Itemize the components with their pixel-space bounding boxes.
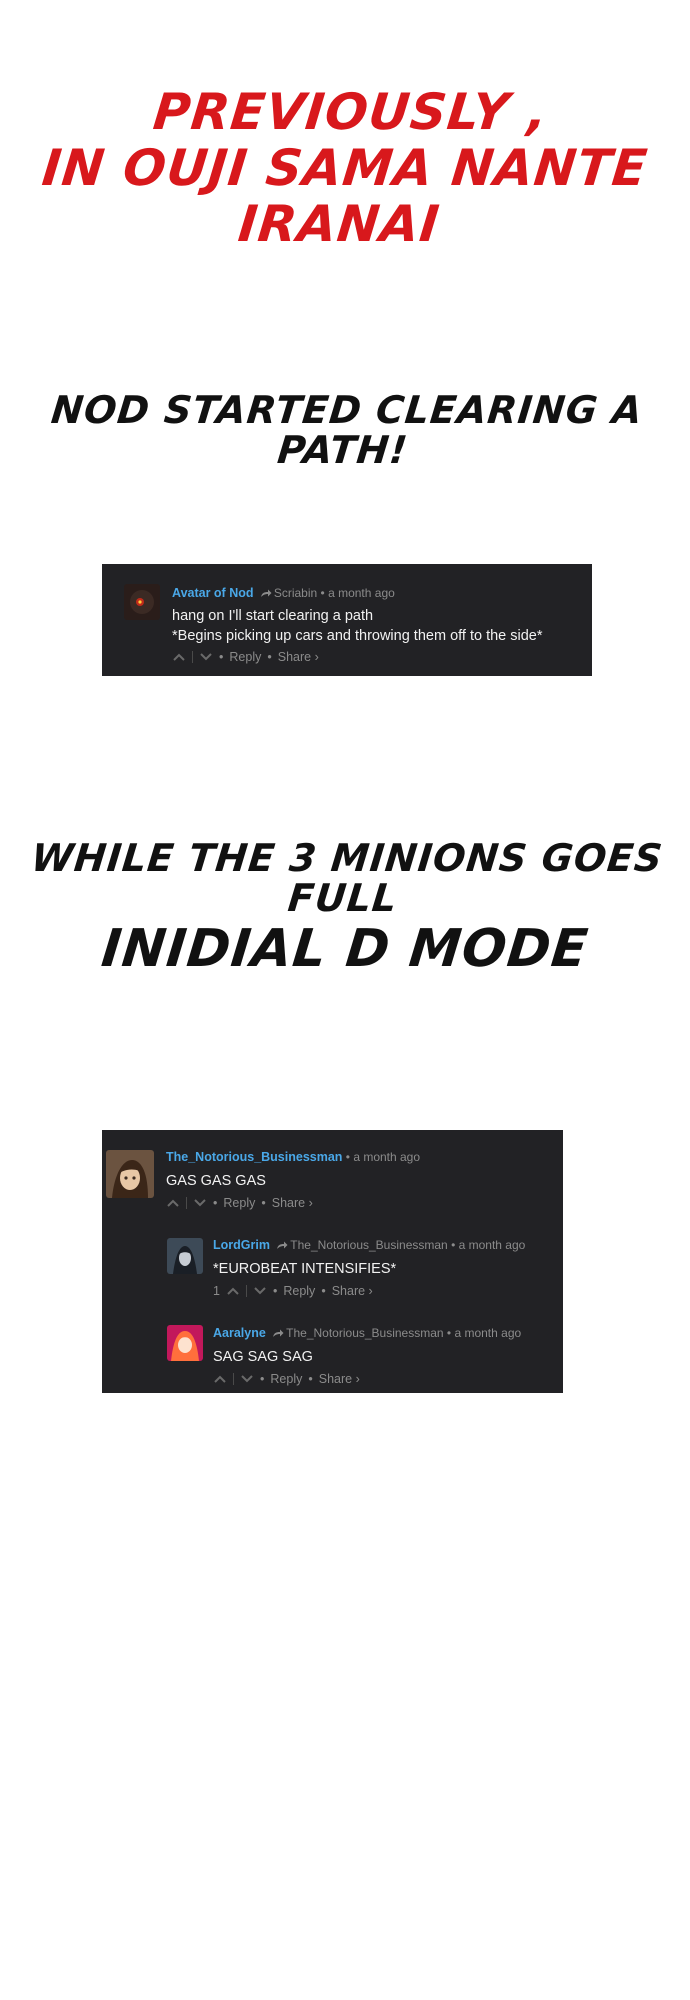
reply-to-user[interactable]: The_Notorious_Businessman (290, 1238, 447, 1252)
avatar-aaralyne-icon (167, 1325, 203, 1361)
comment-time[interactable]: • a month ago (451, 1238, 525, 1252)
reply-to-user[interactable]: The_Notorious_Businessman (286, 1326, 443, 1340)
upvote-icon (173, 653, 185, 661)
avatar[interactable] (167, 1238, 203, 1274)
intro-title-line3: IRANAI (235, 195, 443, 253)
reply-to-user[interactable]: Scriabin (274, 586, 317, 600)
share-button[interactable]: Share › (332, 1284, 373, 1298)
vote-divider (245, 1285, 247, 1297)
reply-button[interactable]: Reply (283, 1284, 315, 1298)
comment-meta: Aaralyne The_Notorious_Businessman • a m… (213, 1326, 521, 1340)
comment-body: SAG SAG SAG (213, 1349, 313, 1365)
intro-title-line1: PREVIOUSLY , (150, 83, 552, 141)
upvote-icon (227, 1287, 239, 1295)
caption1-line2: PATH! (275, 428, 411, 472)
separator-dot: • (308, 1372, 313, 1386)
share-button[interactable]: Share › (278, 650, 319, 664)
avatar[interactable] (124, 584, 160, 620)
reply-button[interactable]: Reply (229, 650, 261, 664)
reply-arrow-icon (273, 1329, 284, 1337)
comment-meta: LordGrim The_Notorious_Businessman • a m… (213, 1238, 525, 1252)
avatar-nod-icon (124, 584, 160, 620)
caption2-line3: INIDIAL D MODE (98, 919, 592, 979)
caption2-line1: WHILE THE 3 MINIONS GOES (29, 836, 666, 880)
downvote-icon (194, 1199, 206, 1207)
vote-divider (233, 1373, 234, 1385)
share-button[interactable]: Share › (319, 1372, 360, 1386)
comment-actions: 1 • Reply • Share › (213, 1284, 373, 1298)
comment-time[interactable]: • a month ago (346, 1150, 420, 1164)
reply-arrow-icon (260, 589, 272, 597)
comment-time[interactable]: • a month ago (447, 1326, 521, 1340)
comment-body: *EUROBEAT INTENSIFIES* (213, 1261, 397, 1277)
separator-dot: • (261, 1196, 266, 1210)
comment-author[interactable]: LordGrim (213, 1238, 270, 1252)
upvote-icon (214, 1375, 226, 1383)
downvote-button[interactable] (193, 1197, 207, 1209)
comment-author[interactable]: The_Notorious_Businessman (166, 1150, 342, 1164)
separator-dot: • (272, 1284, 278, 1298)
downvote-icon (254, 1287, 266, 1295)
caption-minions: WHILE THE 3 MINIONS GOES FULL (0, 836, 690, 920)
vote-divider (186, 1197, 187, 1209)
upvote-count: 1 (213, 1284, 220, 1298)
upvote-button[interactable] (166, 1197, 180, 1209)
share-button[interactable]: Share › (272, 1196, 313, 1210)
comment-body-line2: *Begins picking up cars and throwing the… (172, 628, 543, 644)
reply-arrow-icon (277, 1241, 288, 1249)
comment-actions: • Reply • Share › (166, 1196, 313, 1210)
comment-author[interactable]: Aaralyne (213, 1326, 266, 1340)
avatar-businessman-icon (106, 1150, 154, 1198)
downvote-button[interactable] (253, 1285, 267, 1297)
avatar[interactable] (106, 1150, 154, 1198)
downvote-icon (241, 1375, 253, 1383)
comment-body: GAS GAS GAS (166, 1173, 266, 1189)
separator-dot: • (213, 1196, 218, 1210)
comment-time[interactable]: • a month ago (321, 586, 395, 600)
comment-panel-nod: Avatar of Nod Scriabin • a month ago han… (102, 564, 592, 676)
separator-dot: • (267, 650, 272, 664)
upvote-button[interactable] (172, 651, 186, 663)
caption1-line1: NOD STARTED CLEARING A (49, 388, 646, 432)
avatar-lordgrim-icon (167, 1238, 203, 1274)
vote-divider (192, 651, 193, 663)
separator-dot: • (260, 1372, 265, 1386)
upvote-icon (167, 1199, 179, 1207)
comment-thread-panel: The_Notorious_Businessman • a month ago … (102, 1130, 563, 1393)
separator-dot: • (219, 650, 224, 664)
comment-meta: The_Notorious_Businessman • a month ago (166, 1150, 420, 1164)
upvote-button[interactable] (213, 1373, 227, 1385)
caption2-line2: FULL (285, 876, 400, 920)
downvote-button[interactable] (199, 651, 213, 663)
downvote-icon (200, 653, 212, 661)
comment-author[interactable]: Avatar of Nod (172, 586, 254, 600)
intro-title: PREVIOUSLY , IN OUJI SAMA NANTE IRANAI (0, 83, 690, 253)
caption-clearing-path: NOD STARTED CLEARING A PATH! (0, 388, 690, 472)
comment-actions: • Reply • Share › (172, 650, 319, 664)
intro-title-line2: IN OUJI SAMA NANTE (39, 139, 651, 197)
avatar[interactable] (167, 1325, 203, 1361)
caption-initial-d: INIDIAL D MODE (0, 919, 690, 979)
reply-button[interactable]: Reply (270, 1372, 302, 1386)
comment-body-line1: hang on I'll start clearing a path (172, 608, 374, 624)
separator-dot: • (321, 1284, 326, 1298)
comment-actions: • Reply • Share › (213, 1372, 360, 1386)
comment-meta: Avatar of Nod Scriabin • a month ago (172, 586, 395, 600)
reply-button[interactable]: Reply (223, 1196, 255, 1210)
downvote-button[interactable] (240, 1373, 254, 1385)
upvote-button[interactable] (226, 1285, 240, 1297)
